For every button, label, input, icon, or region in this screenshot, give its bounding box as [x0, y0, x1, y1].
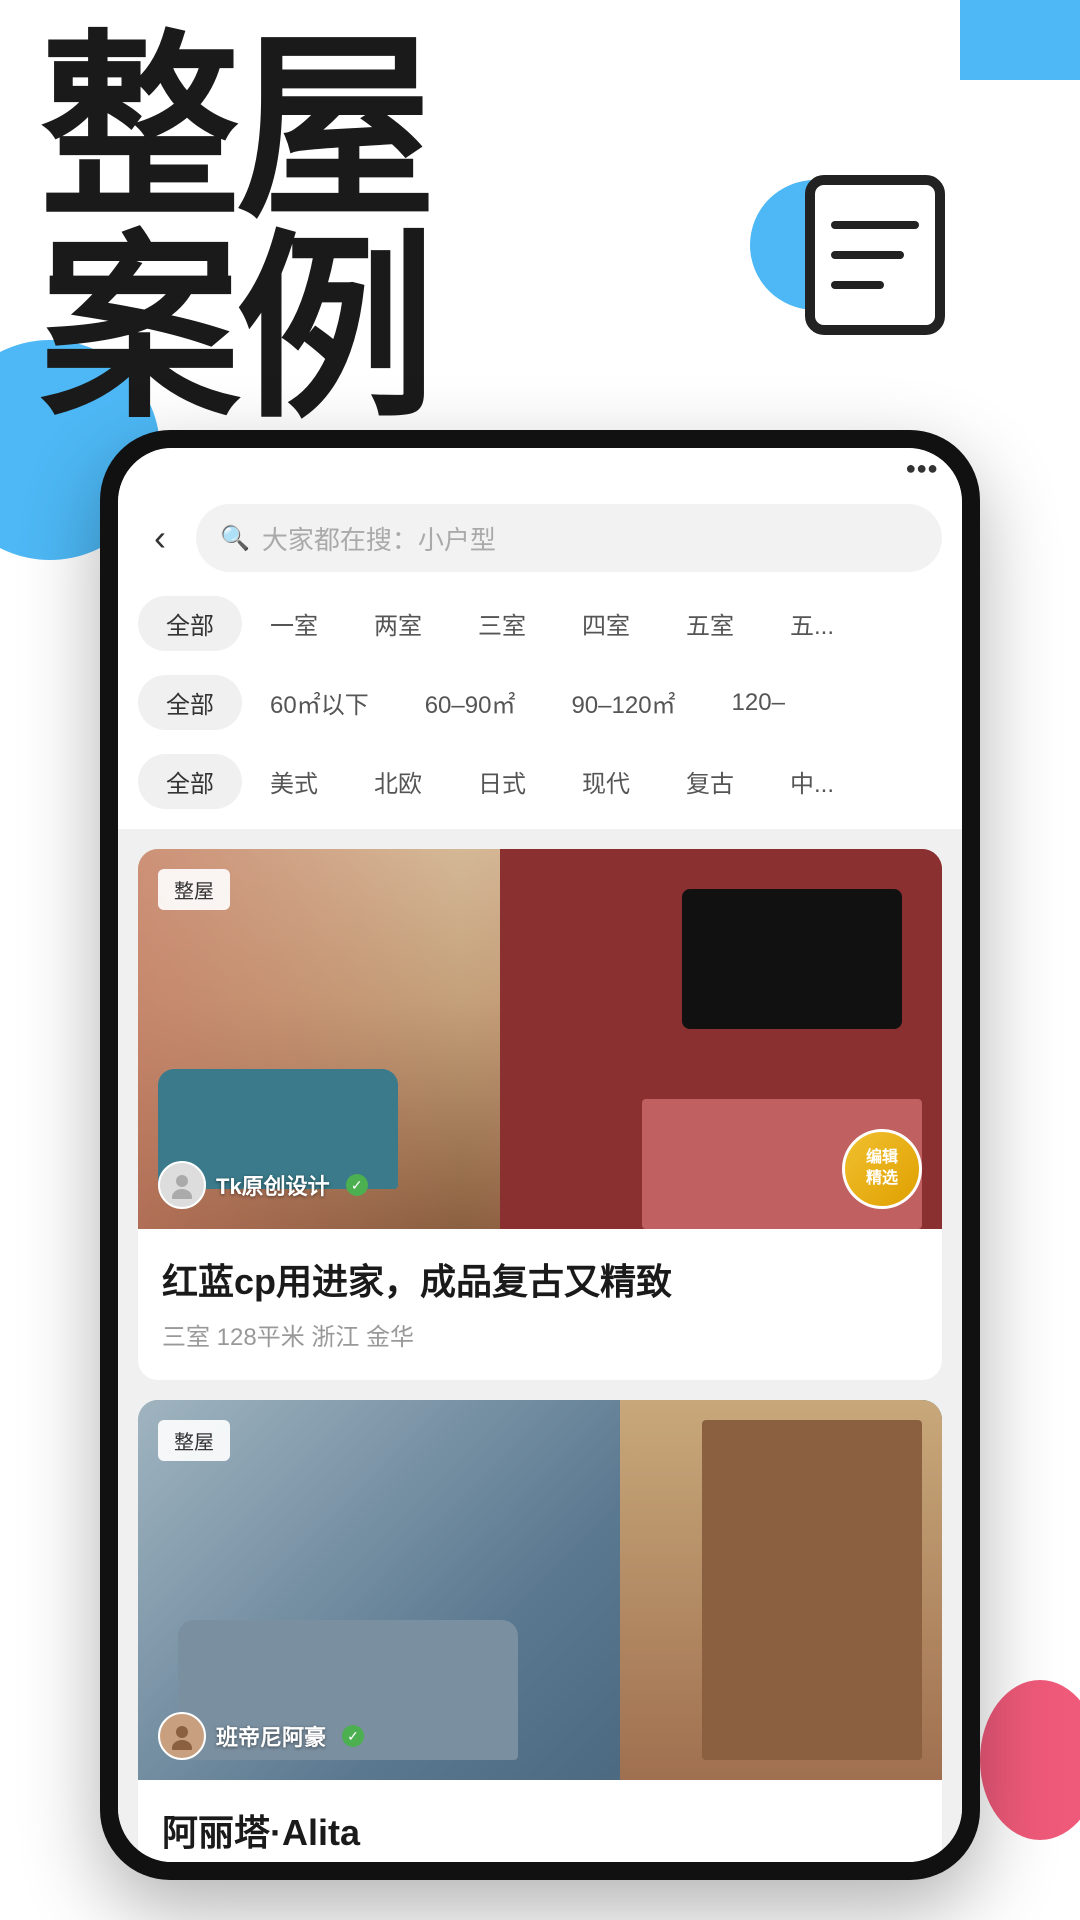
filter-5room[interactable]: 五室 [658, 596, 762, 651]
case-card-1[interactable]: 整屋 Tk原创设计 ✓ 编辑 [138, 849, 942, 1380]
filter-nordic[interactable]: 北欧 [346, 754, 450, 809]
filter-row-rooms: 全部 一室 两室 三室 四室 五室 五... [138, 584, 942, 663]
badge-整屋-1: 整屋 [158, 869, 230, 910]
case-card-2[interactable]: 整屋 班帝尼阿豪 ✓ [138, 1400, 942, 1862]
designer-avatar-2 [158, 1712, 206, 1760]
card-info-1: 红蓝cp用进家，成品复古又精致 三室 128平米 浙江 金华 [138, 1229, 942, 1380]
designer-info-1: Tk原创设计 ✓ [158, 1161, 368, 1209]
filter-row-area: 全部 60㎡以下 60–90㎡ 90–120㎡ 120– [138, 663, 942, 742]
phone-mockup: ●●● ‹ 🔍 大家都在搜：小户型 全部 一室 两室 三室 [100, 430, 980, 1880]
designer-info-2: 班帝尼阿豪 ✓ [158, 1712, 364, 1760]
filter-american[interactable]: 美式 [242, 754, 346, 809]
designer-name-2: 班帝尼阿豪 [216, 1720, 326, 1752]
filter-row-style: 全部 美式 北欧 日式 现代 复古 中... [138, 742, 942, 821]
filter-all-area[interactable]: 全部 [138, 675, 242, 730]
badge-整屋-2: 整屋 [158, 1420, 230, 1461]
bg-deco-top-right [960, 0, 1080, 80]
search-bar[interactable]: 🔍 大家都在搜：小户型 [196, 504, 942, 572]
card-meta-1: 三室 128平米 浙江 金华 [162, 1317, 918, 1352]
room-2-shelf [702, 1420, 922, 1760]
card-image-2: 整屋 班帝尼阿豪 ✓ [138, 1400, 942, 1780]
filter-3room[interactable]: 三室 [450, 596, 554, 651]
verified-icon-2: ✓ [342, 1725, 364, 1747]
phone-frame: ●●● ‹ 🔍 大家都在搜：小户型 全部 一室 两室 三室 [100, 430, 980, 1880]
filter-chinese[interactable]: 中... [762, 754, 862, 809]
filter-section: 全部 一室 两室 三室 四室 五室 五... 全部 60㎡以下 60–90㎡ 9… [118, 584, 962, 829]
filter-japanese[interactable]: 日式 [450, 754, 554, 809]
card-info-2: 阿丽塔·Alita 一室 58平米 四川 成都 [138, 1780, 942, 1862]
filter-all-rooms[interactable]: 全部 [138, 596, 242, 651]
back-button[interactable]: ‹ [138, 516, 182, 560]
filter-area-60[interactable]: 60㎡以下 [242, 675, 397, 730]
editor-badge-1: 编辑 精选 [842, 1129, 922, 1209]
filter-modern[interactable]: 现代 [554, 754, 658, 809]
room-tv [682, 889, 902, 1029]
filter-retro[interactable]: 复古 [658, 754, 762, 809]
filter-all-style[interactable]: 全部 [138, 754, 242, 809]
content-area: 整屋 Tk原创设计 ✓ 编辑 [118, 829, 962, 1862]
card-title-2: 阿丽塔·Alita [162, 1804, 918, 1856]
search-icon: 🔍 [220, 524, 250, 553]
filter-more-rooms[interactable]: 五... [762, 596, 862, 651]
filter-area-90-120[interactable]: 90–120㎡ [543, 675, 703, 730]
doc-icon [800, 170, 960, 340]
filter-area-60-90[interactable]: 60–90㎡ [397, 675, 544, 730]
search-area: ‹ 🔍 大家都在搜：小户型 [118, 488, 962, 584]
designer-name-1: Tk原创设计 [216, 1169, 330, 1201]
status-bar: ●●● [118, 448, 962, 488]
hero-title: 整屋 案例 [40, 30, 432, 430]
verified-icon-1: ✓ [346, 1174, 368, 1196]
phone-screen: ●●● ‹ 🔍 大家都在搜：小户型 全部 一室 两室 三室 [118, 448, 962, 1862]
search-placeholder: 大家都在搜：小户型 [262, 520, 496, 557]
designer-avatar-1 [158, 1161, 206, 1209]
card-title-1: 红蓝cp用进家，成品复古又精致 [162, 1253, 918, 1305]
card-image-1: 整屋 Tk原创设计 ✓ 编辑 [138, 849, 942, 1229]
filter-2room[interactable]: 两室 [346, 596, 450, 651]
bg-deco-pink-right [980, 1680, 1080, 1840]
filter-4room[interactable]: 四室 [554, 596, 658, 651]
filter-area-120[interactable]: 120– [704, 679, 813, 727]
filter-1room[interactable]: 一室 [242, 596, 346, 651]
